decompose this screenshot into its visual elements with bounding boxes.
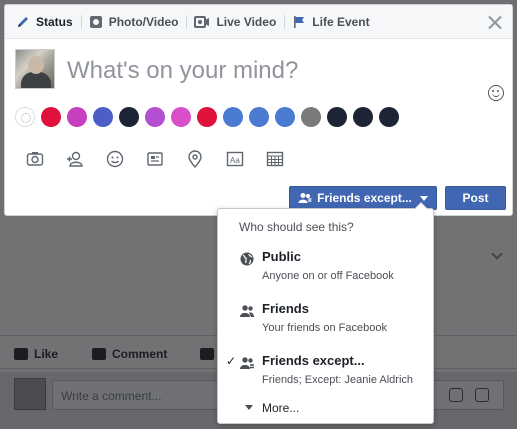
location-tool[interactable]: [175, 148, 215, 170]
gif-icon: [449, 388, 463, 402]
color-swatch[interactable]: [197, 107, 217, 127]
check-icon: ✓: [226, 354, 237, 368]
tab-label: Photo/Video: [108, 14, 179, 29]
option-subtitle: Your friends on Facebook: [262, 322, 387, 334]
tag-friends-icon: [67, 151, 83, 167]
avatar: [15, 49, 55, 89]
color-swatch[interactable]: [327, 107, 347, 127]
caret-down-icon: [419, 195, 428, 201]
feeling-tool[interactable]: [95, 148, 135, 170]
like-button: Like: [14, 347, 58, 361]
tab-status[interactable]: Status: [14, 13, 81, 31]
background-color-picker: [15, 107, 399, 127]
audience-option-public[interactable]: Public Anyone on or off Facebook: [218, 249, 433, 297]
option-title: Friends except...: [262, 353, 365, 368]
option-title: Friends: [262, 301, 309, 316]
sticker-icon: [475, 388, 489, 402]
tab-label: Live Video: [216, 14, 277, 29]
feeling-icon: [106, 150, 124, 168]
comment-icon: [92, 348, 106, 360]
comment-label: Comment: [112, 347, 168, 361]
color-swatch[interactable]: [171, 107, 191, 127]
pencil-icon: [18, 16, 28, 27]
tab-life-event[interactable]: Life Event: [284, 13, 377, 31]
text-style-icon: Aa: [226, 151, 244, 167]
calendar-icon: [266, 151, 284, 167]
color-swatch[interactable]: [15, 107, 35, 127]
tag-friends-tool[interactable]: [55, 148, 95, 170]
emoji-icon[interactable]: [488, 85, 504, 101]
gif-sticker-icon: [147, 152, 163, 166]
option-subtitle: Anyone on or off Facebook: [262, 270, 394, 282]
composer-toolbar: Aa: [15, 148, 295, 170]
comment-button: Comment: [92, 347, 167, 361]
svg-text:Aa: Aa: [230, 156, 240, 165]
more-options-button[interactable]: More...: [218, 399, 433, 419]
composer-input[interactable]: What's on your mind?: [67, 57, 298, 85]
option-title: Public: [262, 249, 302, 264]
color-swatch[interactable]: [353, 107, 373, 127]
thumbs-up-icon: [14, 348, 28, 360]
audience-label: Friends except...: [317, 191, 412, 205]
caret-down-icon: [245, 405, 253, 410]
color-swatch[interactable]: [275, 107, 295, 127]
tab-live-video[interactable]: Live Video: [186, 13, 284, 31]
composer-tabs: Status Photo/Video Live Video Life Event: [5, 5, 512, 39]
text-style-tool[interactable]: Aa: [215, 148, 255, 170]
video-icon: [194, 15, 210, 28]
tab-photo-video[interactable]: Photo/Video: [80, 13, 187, 31]
calendar-tool[interactable]: [255, 148, 295, 170]
color-swatch[interactable]: [41, 107, 61, 127]
color-swatch[interactable]: [67, 107, 87, 127]
close-icon[interactable]: [488, 15, 502, 29]
color-swatch[interactable]: [145, 107, 165, 127]
share-icon: [200, 348, 214, 360]
post-button[interactable]: Post: [445, 186, 506, 210]
color-swatch[interactable]: [249, 107, 269, 127]
camera-icon: [89, 15, 102, 28]
share-button: [200, 348, 214, 360]
audience-option-friends[interactable]: Friends Your friends on Facebook: [218, 301, 433, 349]
more-label: More...: [262, 401, 300, 415]
tab-label: Life Event: [312, 14, 370, 29]
photo-tool[interactable]: [15, 148, 55, 170]
location-icon: [188, 150, 202, 168]
avatar: [14, 378, 46, 410]
like-label: Like: [34, 347, 59, 361]
flag-icon: [294, 15, 305, 28]
audience-dropdown: Who should see this? Public Anyone on or…: [217, 202, 434, 424]
tab-label: Status: [36, 14, 73, 29]
friends-except-icon: [240, 357, 254, 369]
color-swatch[interactable]: [301, 107, 321, 127]
friends-icon: [240, 305, 254, 317]
color-swatch[interactable]: [119, 107, 139, 127]
color-swatch[interactable]: [223, 107, 243, 127]
gif-sticker-tool[interactable]: [135, 148, 175, 170]
photo-icon: [26, 152, 44, 166]
audience-option-friends-except[interactable]: ✓ Friends except... Friends; Except: Jea…: [218, 353, 433, 401]
post-composer: Status Photo/Video Live Video Life Event…: [4, 4, 513, 216]
globe-icon: [240, 252, 254, 266]
option-subtitle: Friends; Except: Jeanie Aldrich: [262, 374, 414, 386]
color-swatch[interactable]: [379, 107, 399, 127]
friends-except-icon: [298, 193, 312, 203]
dropdown-header: Who should see this?: [239, 220, 354, 234]
color-swatch[interactable]: [93, 107, 113, 127]
comment-placeholder: Write a comment...: [61, 389, 162, 403]
